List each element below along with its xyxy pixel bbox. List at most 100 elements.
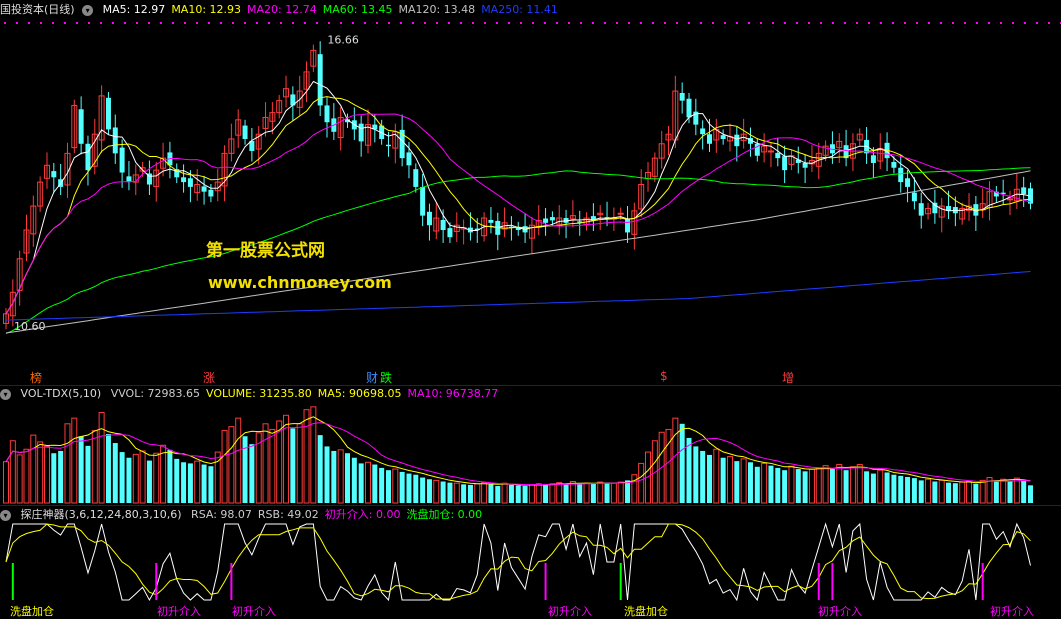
event-marker[interactable]: 跌 — [380, 369, 392, 386]
volume-bar — [754, 466, 760, 503]
top-dotted-line — [964, 22, 966, 24]
volume-bar — [761, 462, 768, 504]
top-dotted-line — [904, 22, 906, 24]
volume-bar — [30, 434, 37, 504]
top-dotted-line — [700, 22, 702, 24]
top-dotted-line — [136, 22, 138, 24]
top-dotted-line — [940, 22, 942, 24]
candle-body — [617, 212, 624, 215]
volume-bar — [768, 465, 774, 503]
volume-bar — [105, 433, 111, 503]
candle-body — [242, 125, 248, 139]
event-marker[interactable]: 增 — [782, 369, 794, 386]
volume-bar — [98, 411, 105, 504]
volume-bar — [515, 485, 521, 503]
candle-body — [112, 127, 118, 154]
volume-bar — [952, 483, 958, 503]
top-dotted-line — [748, 22, 750, 24]
top-dotted-line — [916, 22, 918, 24]
volume-bar — [973, 483, 979, 503]
top-dotted-line — [316, 22, 318, 24]
top-dotted-line — [364, 22, 366, 24]
volume-bar — [249, 444, 255, 503]
volume-bar — [9, 440, 16, 504]
ma10-line — [5, 96, 1031, 315]
volume-bar — [269, 428, 276, 504]
top-dotted-line — [448, 22, 450, 24]
volume-bar — [720, 457, 726, 503]
top-dotted-line — [412, 22, 414, 24]
volume-bar — [78, 436, 84, 503]
volume-bar — [64, 423, 71, 504]
event-marker[interactable]: 涨 — [203, 369, 215, 386]
volume-bar — [672, 417, 679, 504]
top-dotted-line — [592, 22, 594, 24]
volume-bar — [891, 474, 897, 503]
top-dotted-line — [208, 22, 210, 24]
stock-chart-canvas[interactable]: 16.66 10.60 — [0, 0, 1061, 617]
rsa-line — [5, 522, 1031, 602]
volume-bar — [501, 482, 508, 504]
top-dotted-line — [292, 22, 294, 24]
top-dotted-line — [832, 22, 834, 24]
candle-body — [119, 147, 125, 173]
volume-bar — [822, 465, 829, 504]
candle-body — [870, 155, 876, 163]
ma60-line — [5, 167, 1031, 335]
candle-body — [385, 144, 391, 147]
top-dotted-line — [1012, 22, 1014, 24]
top-dotted-line — [820, 22, 822, 24]
volume-bar — [651, 440, 658, 504]
candle-body — [1007, 198, 1014, 201]
volume-bar — [392, 468, 399, 504]
volume-bar — [242, 436, 248, 503]
watermark-title: 第一股票公式网 — [206, 241, 325, 261]
volume-bar — [331, 450, 337, 503]
volume-bar — [925, 478, 932, 504]
top-dotted-line — [376, 22, 378, 24]
volume-bar — [843, 470, 849, 503]
volume-bar — [946, 482, 952, 503]
volume-bar — [795, 469, 801, 503]
volume-bar — [938, 479, 945, 504]
volume-bar — [153, 452, 160, 504]
watermark-url: www.chnmoney.com — [208, 273, 392, 292]
event-marker[interactable]: 财 — [366, 369, 378, 386]
volume-bar — [187, 463, 193, 503]
volume-bar — [296, 423, 303, 504]
top-dotted-line — [4, 22, 6, 24]
volume-bar — [713, 448, 720, 504]
top-dotted-line — [184, 22, 186, 24]
volume-bar — [406, 473, 412, 503]
volume-bar — [617, 481, 624, 504]
volume-bar — [583, 482, 590, 504]
volume-bar — [508, 484, 514, 503]
top-dotted-line — [568, 22, 570, 24]
volume-bar — [174, 458, 180, 503]
volume-bar — [119, 452, 125, 503]
volume-bar — [337, 449, 344, 504]
volume-bar — [898, 475, 904, 503]
volume-bar — [829, 469, 835, 503]
top-dotted-line — [1000, 22, 1002, 24]
top-dotted-line — [88, 22, 90, 24]
candle-body — [324, 105, 330, 123]
volume-bar — [979, 479, 986, 504]
candle-body — [706, 134, 712, 144]
event-marker[interactable]: 榜 — [30, 369, 42, 386]
ma5-line — [5, 80, 1031, 315]
top-dotted-line — [760, 22, 762, 24]
top-dotted-line — [400, 22, 402, 24]
candle-body — [911, 192, 917, 202]
volume-bar — [966, 481, 973, 504]
event-marker[interactable]: $ — [660, 369, 668, 383]
candle-body — [549, 217, 555, 221]
top-dotted-line — [484, 22, 486, 24]
volume-bar — [324, 446, 330, 503]
volume-bar — [440, 481, 446, 503]
top-dotted-line — [652, 22, 654, 24]
candle-body — [358, 123, 364, 142]
top-dotted-line — [124, 22, 126, 24]
volume-bar — [1013, 477, 1020, 504]
candle-body — [625, 218, 631, 233]
